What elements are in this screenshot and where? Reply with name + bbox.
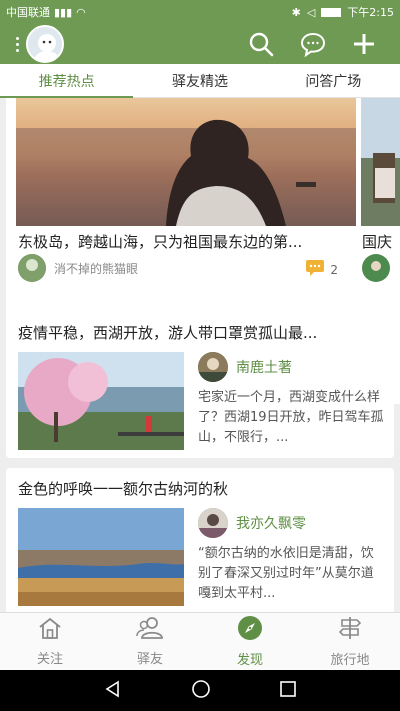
feed[interactable]: 东极岛，跨越山海，只为祖国最东边的第... 消不掉的熊猫眼 2 国庆 疫情平稳，… <box>0 98 400 612</box>
search-icon[interactable] <box>248 31 274 57</box>
article-card[interactable]: 疫情平稳，西湖开放，游人带口罩赏孤山最... 南鹿土著 宅家近一个月，西湖变成什… <box>6 312 394 458</box>
compass-icon <box>237 615 263 645</box>
signal-icon: ▮▮▮ <box>54 5 73 19</box>
comment-count[interactable]: 2 <box>306 260 338 279</box>
avatar[interactable] <box>26 25 64 63</box>
add-icon[interactable] <box>352 32 376 56</box>
featured-image <box>16 98 356 226</box>
system-nav-bar <box>0 670 400 711</box>
bluetooth-icon: ✱ <box>291 5 301 19</box>
author-avatar <box>18 254 46 282</box>
home-circle-icon[interactable] <box>191 679 211 703</box>
author-avatar <box>198 508 228 538</box>
author-name: 我亦久飘零 <box>236 516 306 532</box>
author-avatar <box>198 352 228 382</box>
nav-discover[interactable]: 发现 <box>200 613 300 670</box>
battery-icon <box>321 7 342 17</box>
card-title[interactable]: 疫情平稳，西湖开放，游人带口罩赏孤山最... <box>18 322 317 343</box>
carrier-label: 中国联通 <box>6 6 50 19</box>
back-icon[interactable] <box>104 680 122 702</box>
wifi-icon: ◠ <box>76 5 86 19</box>
message-icon[interactable] <box>300 31 326 57</box>
tab-recommended[interactable]: 推荐热点 <box>0 64 134 98</box>
author-name: 南鹿土著 <box>236 360 292 376</box>
peek-avatar <box>362 254 390 286</box>
recents-icon[interactable] <box>279 680 296 701</box>
peek-title: 国庆 <box>362 233 393 251</box>
author-row[interactable]: 南鹿土著 <box>198 352 292 382</box>
nav-label: 旅行地 <box>330 653 370 668</box>
nav-label: 发现 <box>236 653 263 668</box>
comment-number: 2 <box>330 262 338 277</box>
status-bar: 中国联通 ▮▮▮ ◠ ✱ ◁ 下午2:15 <box>0 0 400 24</box>
card-title[interactable]: 金色的呼唤一一额尔古纳河的秋 <box>18 478 228 499</box>
nav-follow[interactable]: 关注 <box>0 613 100 670</box>
top-tabs: 推荐热点 驿友精选 问答广场 <box>0 64 400 98</box>
bottom-nav: 关注 驿友 发现 旅行地 <box>0 612 400 670</box>
author-name: 消不掉的熊猫眼 <box>54 261 139 276</box>
nav-friends[interactable]: 驿友 <box>100 613 200 670</box>
home-icon <box>37 616 63 644</box>
author-row[interactable]: 我亦久飘零 <box>198 508 306 538</box>
article-thumbnail <box>18 508 184 606</box>
nav-destinations[interactable]: 旅行地 <box>300 613 400 670</box>
author-row[interactable]: 消不掉的熊猫眼 <box>18 254 138 282</box>
article-thumbnail <box>18 352 184 450</box>
nav-label: 驿友 <box>136 652 163 667</box>
tab-featured[interactable]: 驿友精选 <box>133 64 266 97</box>
app-bar <box>0 24 400 64</box>
signpost-icon <box>337 615 363 645</box>
menu-icon[interactable] <box>10 36 24 52</box>
comment-icon <box>306 260 325 279</box>
peek-image <box>361 98 400 226</box>
nav-label: 关注 <box>36 652 63 667</box>
clock: 下午2:15 <box>347 6 394 19</box>
friends-icon <box>136 616 164 644</box>
card-title[interactable]: 东极岛，跨越山海，只为祖国最东边的第... <box>18 231 358 252</box>
article-card[interactable]: 金色的呼唤一一额尔古纳河的秋 我亦久飘零 “额尔古纳的水依旧是清甜，饮别了春深又… <box>6 468 394 612</box>
article-excerpt: 宅家近一个月，西湖变成什么样了？西湖19日开放，昨日驾车孤山，不限行，... <box>198 390 384 445</box>
tab-qa[interactable]: 问答广场 <box>267 64 400 97</box>
article-excerpt: “额尔古纳的水依旧是清甜，饮别了春深又别过时年”从莫尔道嘎到太平村... <box>198 546 374 601</box>
mute-icon: ◁ <box>306 5 316 19</box>
